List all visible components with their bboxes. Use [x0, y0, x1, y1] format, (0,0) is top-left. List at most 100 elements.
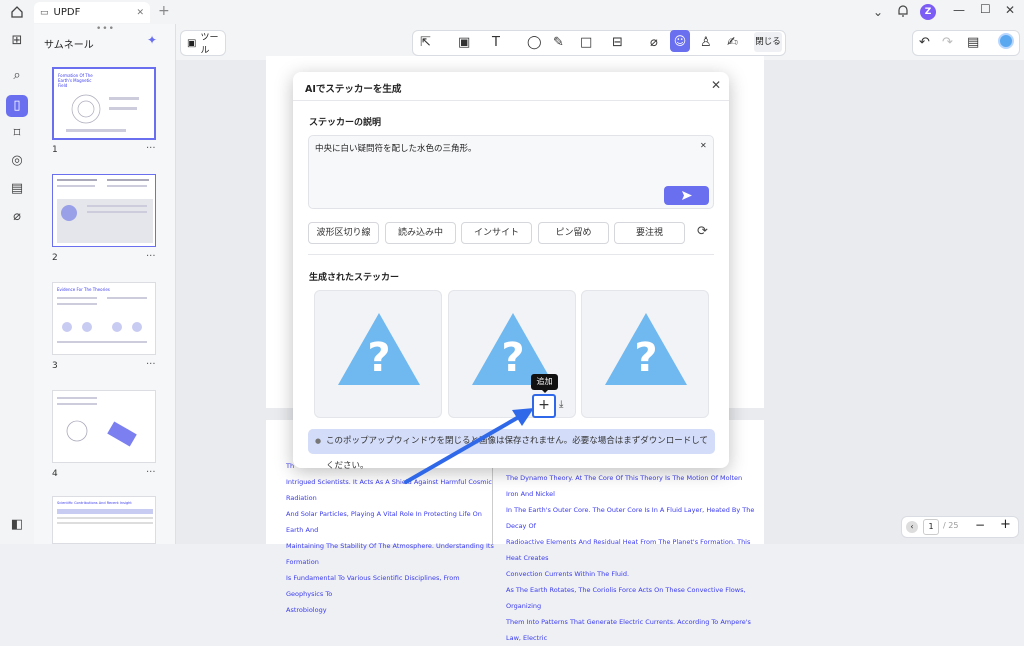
sticker-triangle-icon: ? — [338, 313, 420, 385]
avatar[interactable]: Z — [920, 4, 936, 20]
section-divider — [308, 254, 714, 255]
send-icon — [682, 191, 692, 200]
sticker-card-3[interactable]: ? — [581, 290, 709, 418]
comment-icon[interactable]: ◎ — [9, 153, 25, 169]
description-label: ステッカーの説明 — [309, 118, 382, 128]
signature-icon[interactable]: ✍ — [727, 35, 738, 50]
download-icon[interactable]: ⤓ — [559, 399, 563, 410]
minimize-icon[interactable]: — — [953, 3, 965, 17]
pdf-line: Is Fundamental To Various Scientific Dis… — [286, 574, 460, 598]
dialog-close-icon[interactable]: ✕ — [711, 78, 721, 92]
pdf-line: As The Earth Rotates, The Coriolis Force… — [506, 586, 746, 610]
attachment-icon[interactable]: ⌀ — [9, 209, 25, 225]
toolbox-icon: ▣ — [187, 37, 197, 49]
page-thumbnail-4[interactable] — [52, 390, 156, 463]
document-icon: ▭ — [40, 7, 49, 18]
svg-text:?: ? — [367, 335, 390, 381]
undo-icon[interactable]: ↶ — [919, 35, 930, 50]
more-icon[interactable]: ··· — [146, 251, 156, 262]
clear-description-icon[interactable]: ✕ — [700, 141, 707, 150]
refresh-icon[interactable]: ⟳ — [697, 224, 708, 239]
drag-handle[interactable]: ••• — [96, 24, 115, 34]
svg-text:?: ? — [501, 335, 524, 381]
annotation-arrow — [404, 408, 534, 484]
pdf-line: Radioactive Elements And Residual Heat F… — [506, 538, 751, 562]
bookmark-icon[interactable]: ⌑ — [9, 126, 25, 142]
close-toolbar-button[interactable]: 閉じる — [754, 32, 782, 52]
dialog-title: AIでステッカーを生成 — [305, 84, 402, 95]
new-tab-icon[interactable]: + — [158, 3, 170, 19]
tooltip: 追加 — [531, 374, 558, 390]
pdf-line: In The Earth's Outer Core. The Outer Cor… — [506, 506, 755, 530]
attach-icon[interactable]: ⌀ — [650, 35, 658, 50]
page-number-3: 3 — [52, 361, 58, 371]
document-tab[interactable]: ▭ UPDF ✕ — [34, 2, 150, 23]
bell-icon[interactable] — [897, 4, 909, 21]
pencil-icon[interactable]: ✎ — [553, 35, 564, 50]
title-bar — [0, 0, 1024, 24]
ai-sticker-button-active[interactable]: ☺ — [670, 30, 690, 52]
page-thumbnail-1[interactable]: Formation Of The Earth's Magnetic Field — [52, 67, 156, 140]
text-box-icon[interactable]: ▣ — [458, 35, 470, 50]
generated-label: 生成されたステッカー — [309, 273, 400, 283]
save-icon[interactable]: ▤ — [967, 35, 979, 50]
page-number-2: 2 — [52, 253, 58, 263]
maximize-icon[interactable]: ☐ — [980, 2, 991, 16]
tools-button[interactable]: ▣ ツール — [180, 30, 226, 56]
tab-close-icon[interactable]: ✕ — [136, 8, 144, 18]
page-icon[interactable]: ▯ — [9, 98, 25, 114]
home-icon[interactable] — [10, 5, 24, 19]
generate-button[interactable] — [664, 186, 709, 205]
comment-icon[interactable]: ◯ — [527, 35, 542, 50]
page-thumbnail-2[interactable] — [52, 174, 156, 247]
thumbnail-title: Evidence For The Theories — [57, 287, 110, 292]
pdf-column-right: The Dynamo Theory. At The Core Of This T… — [506, 470, 756, 646]
suggestion-chip[interactable]: 波形区切り線 — [308, 222, 379, 244]
more-icon[interactable]: ··· — [146, 359, 156, 370]
pdf-line: And Solar Particles, Playing A Vital Rol… — [286, 510, 482, 534]
suggestion-chip[interactable]: インサイト — [461, 222, 532, 244]
sticker-card-2[interactable]: ? — [448, 290, 576, 418]
form-icon[interactable]: ▤ — [9, 181, 25, 197]
sticker-card-1[interactable]: ? — [314, 290, 442, 418]
page-total: / 25 — [943, 521, 959, 530]
suggestion-chip[interactable]: 要注視 — [614, 222, 685, 244]
suggestion-chip[interactable]: 読み込み中 — [385, 222, 456, 244]
more-icon[interactable]: ··· — [146, 467, 156, 478]
pdf-line: Them Into Patterns That Generate Electri… — [506, 618, 751, 642]
redo-icon[interactable]: ↷ — [942, 35, 953, 50]
select-cursor-icon[interactable]: ⇱ — [420, 35, 431, 50]
page-thumbnail-3[interactable]: Evidence For The Theories — [52, 282, 156, 355]
pin-icon[interactable]: ✦ — [147, 33, 157, 47]
ai-assistant-icon[interactable] — [998, 33, 1014, 49]
stamp-icon[interactable]: ♙ — [700, 35, 712, 50]
zoom-out-icon[interactable]: − — [975, 518, 985, 532]
tooltip-arrow — [541, 389, 549, 393]
layers-icon[interactable]: ◧ — [9, 517, 25, 533]
thumbnail-panel-title: サムネール — [44, 40, 94, 51]
description-text: 中央に白い疑問符を配した水色の三角形。 — [315, 144, 477, 154]
chevron-down-icon[interactable]: ⌄ — [873, 5, 883, 19]
svg-text:?: ? — [634, 335, 657, 381]
tab-title: UPDF — [53, 7, 81, 18]
page-input[interactable]: 1 — [923, 519, 939, 535]
search-icon[interactable]: ⌕ — [9, 68, 25, 84]
shape-icon[interactable]: □ — [580, 35, 592, 50]
more-icon[interactable]: ··· — [146, 143, 156, 154]
text-icon[interactable]: T — [492, 35, 500, 50]
page-thumbnail-5[interactable]: Scientific Contributions And Recent Insi… — [52, 496, 156, 544]
suggestion-chip[interactable]: ピン留め — [538, 222, 609, 244]
grid-icon[interactable]: ⊞ — [9, 33, 25, 49]
sticker-triangle-icon: ? — [605, 313, 687, 385]
close-window-icon[interactable]: ✕ — [1005, 3, 1015, 17]
description-input[interactable]: 中央に白い疑問符を配した水色の三角形。 — [308, 135, 714, 209]
prev-page-icon[interactable]: ‹ — [906, 521, 918, 533]
page-number-4: 4 — [52, 469, 58, 479]
tools-label: ツール — [200, 33, 219, 56]
info-icon: ● — [315, 437, 322, 445]
pdf-line: Maintaining The Stability Of The Atmosph… — [286, 542, 494, 566]
zoom-in-icon[interactable]: + — [1000, 517, 1011, 532]
pdf-line: Convection Currents Within The Fluid. — [506, 570, 630, 578]
measure-icon[interactable]: ⊟ — [612, 35, 623, 50]
thumbnail-title: Scientific Contributions And Recent Insi… — [57, 501, 132, 505]
